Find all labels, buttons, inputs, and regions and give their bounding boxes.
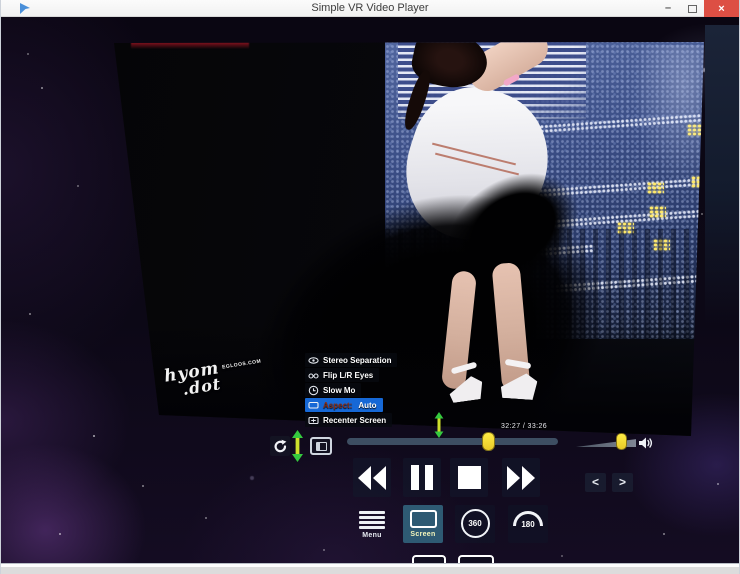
volume-bar[interactable] bbox=[576, 438, 636, 449]
volume-thumb[interactable] bbox=[616, 433, 627, 450]
window-bottom-frame bbox=[1, 563, 739, 574]
close-button[interactable]: × bbox=[704, 0, 739, 17]
recenter-view-button[interactable] bbox=[270, 436, 290, 456]
previous-button[interactable]: < bbox=[585, 473, 606, 492]
time-display: 32:27 / 33:26 bbox=[501, 423, 547, 430]
screen-mode-icon bbox=[410, 510, 437, 528]
seek-thumb[interactable] bbox=[482, 432, 495, 451]
green-updown-icon bbox=[434, 412, 444, 438]
mode-360-button[interactable]: 360 bbox=[455, 505, 495, 543]
screen-select-button[interactable] bbox=[310, 437, 332, 455]
vr-viewport[interactable]: hyomEGLOOS.COM .dot Stereo Separation Fl… bbox=[1, 17, 739, 563]
caption-buttons: – × bbox=[656, 0, 739, 17]
menu-mode-button[interactable]: Menu bbox=[352, 505, 392, 543]
fast-forward-button[interactable] bbox=[502, 458, 540, 497]
pause-icon bbox=[411, 465, 433, 490]
refresh-icon bbox=[273, 439, 288, 454]
pause-button[interactable] bbox=[403, 458, 441, 497]
next-button[interactable]: > bbox=[612, 473, 633, 492]
seek-bar[interactable] bbox=[347, 438, 558, 445]
mono-format-button[interactable] bbox=[458, 555, 494, 563]
360-icon: 360 bbox=[461, 509, 490, 538]
minimize-button[interactable]: – bbox=[656, 0, 680, 17]
stop-button[interactable] bbox=[450, 458, 488, 497]
screen-height-handle[interactable] bbox=[291, 430, 304, 467]
maximize-button[interactable] bbox=[680, 0, 704, 17]
speaker-icon bbox=[639, 436, 655, 455]
rewind-button[interactable] bbox=[353, 458, 391, 497]
title-bar: Simple VR Video Player – × bbox=[1, 0, 739, 17]
control-deck: 32:27 / 33:26 bbox=[1, 17, 739, 563]
side-by-side-format-button[interactable] bbox=[412, 555, 446, 563]
hamburger-icon bbox=[359, 509, 385, 529]
seek-height-handle[interactable] bbox=[434, 412, 444, 443]
mode-180-button[interactable]: 180 bbox=[508, 505, 548, 543]
screen-mode-button[interactable]: Screen bbox=[403, 505, 443, 543]
window-title: Simple VR Video Player bbox=[1, 2, 739, 14]
app-window: Simple VR Video Player – × bbox=[0, 0, 740, 574]
rewind-icon bbox=[358, 466, 386, 490]
green-updown-icon bbox=[291, 430, 304, 462]
fast-forward-icon bbox=[507, 466, 535, 490]
stop-icon bbox=[458, 466, 481, 489]
maximize-icon bbox=[688, 5, 697, 13]
mini-monitor-icon bbox=[316, 442, 327, 451]
